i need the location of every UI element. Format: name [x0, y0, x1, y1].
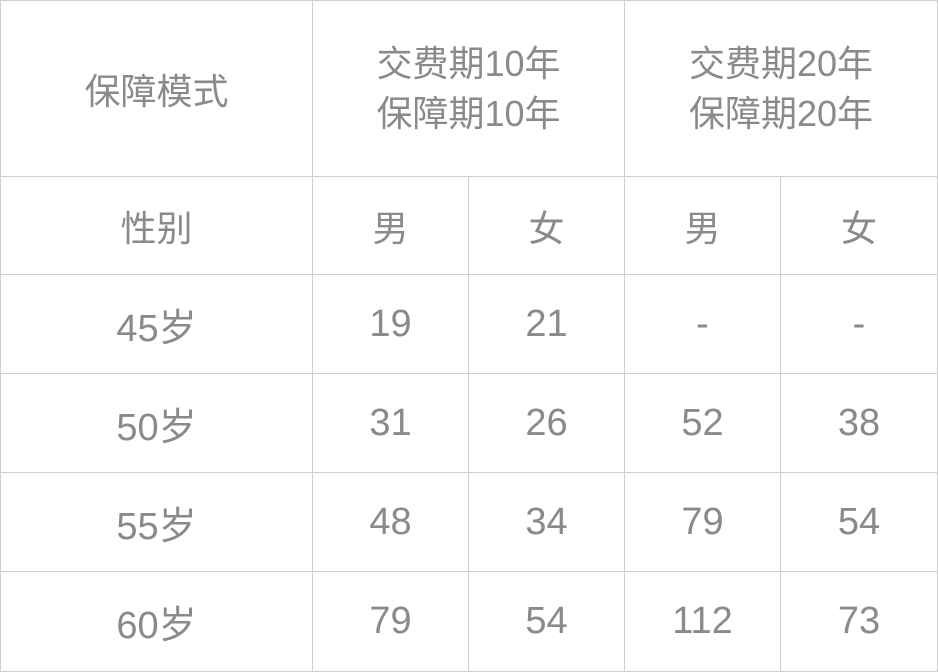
value-cell: 34 [469, 473, 625, 571]
plan-10-header: 交费期10年 保障期10年 [313, 1, 625, 176]
sex-label: 性别 [1, 177, 313, 274]
value-cell: 26 [469, 374, 625, 472]
plan-10-pay-term: 交费期10年 [376, 42, 561, 84]
value-cell: - [625, 275, 781, 373]
value-cell: 73 [837, 600, 881, 642]
plan-20-header: 交费期20年 保障期20年 [625, 1, 937, 176]
plan-20-pay-term: 交费期20年 [688, 42, 874, 84]
value-cell: 21 [469, 275, 625, 373]
plan10-male-label: 男 [313, 177, 469, 274]
value-cell: 112 [625, 572, 781, 671]
value-cell: 52 [625, 374, 781, 472]
table-row: 45岁 19 21 - - [1, 275, 937, 374]
value-cell: 48 [313, 473, 469, 571]
value-cell: 54 [469, 572, 625, 671]
plan20-male-label: 男 [625, 177, 781, 274]
sex-row: 性别 男 女 男 女 [1, 177, 937, 275]
table-row: 55岁 48 34 79 54 [1, 473, 937, 572]
age-cell: 60岁 [1, 572, 313, 671]
plan20-female-label: 女 [840, 207, 877, 249]
value-cell: 19 [313, 275, 469, 373]
plan10-female-label: 女 [469, 177, 625, 274]
value-cell: 79 [625, 473, 781, 571]
plan-20-cover-term: 保障期20年 [688, 92, 874, 134]
premium-table: 保障模式 交费期10年 保障期10年 交费期20年 保障期20年 性别 男 女 … [0, 0, 938, 672]
age-cell: 55岁 [1, 473, 313, 571]
value-cell: 38 [837, 401, 881, 444]
table-row: 60岁 79 54 112 73 [1, 572, 937, 671]
value-cell: - [852, 302, 866, 345]
plan-10-cover-term: 保障期10年 [376, 92, 561, 134]
age-cell: 50岁 [1, 374, 313, 472]
value-cell: 79 [313, 572, 469, 671]
mode-label: 保障模式 [1, 1, 313, 176]
value-cell: 54 [837, 500, 881, 543]
value-cell: 31 [313, 374, 469, 472]
table-row: 50岁 31 26 52 38 [1, 374, 937, 473]
header-row: 保障模式 交费期10年 保障期10年 交费期20年 保障期20年 [1, 1, 937, 177]
age-cell: 45岁 [1, 275, 313, 373]
